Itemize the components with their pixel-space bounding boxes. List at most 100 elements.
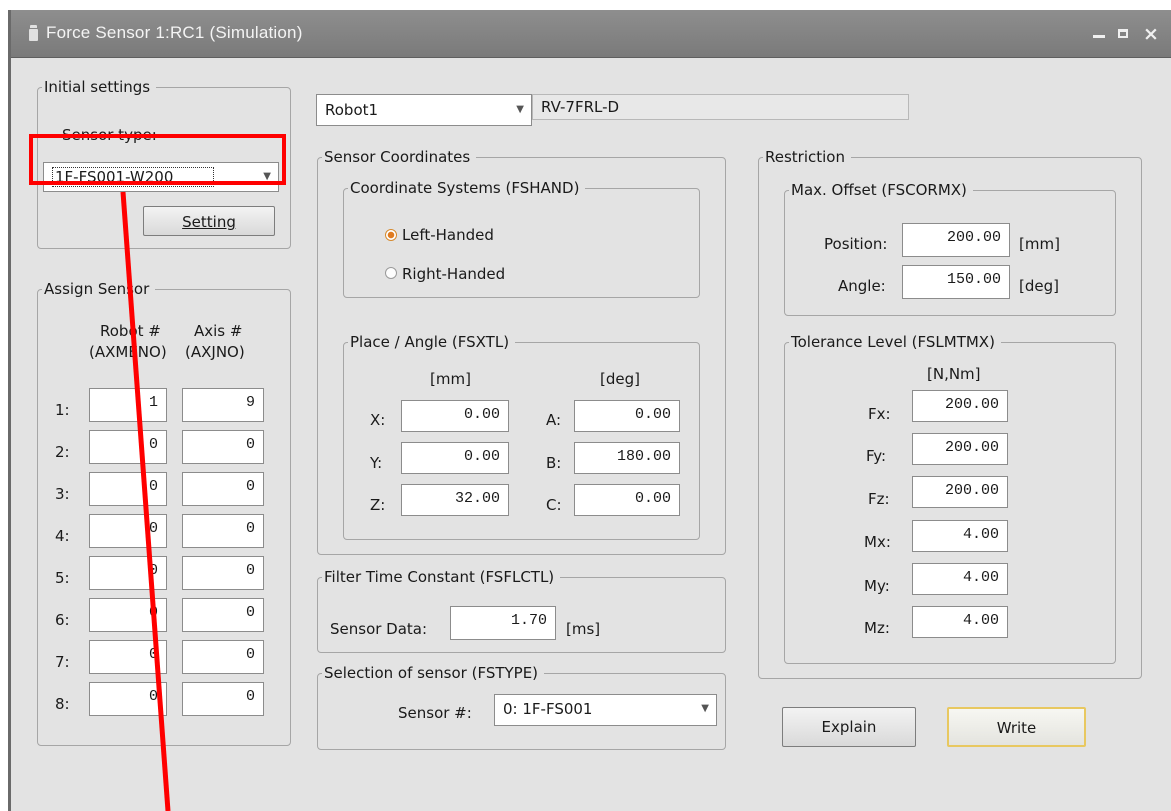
right-handed-label: Right-Handed [402,265,506,283]
x-label: X: [370,411,386,429]
mx-label: Mx: [864,533,891,551]
robot-select-value: Robot1 [325,101,379,119]
window-title: Force Sensor 1:RC1 (Simulation) [46,23,303,42]
explain-button-label: Explain [821,718,877,736]
fx-field[interactable]: 200.00 [912,390,1008,422]
robot-number-field[interactable]: 0 [89,640,167,674]
coordinate-systems-label: Coordinate Systems (FSHAND) [348,178,586,198]
robot-col-header: Robot # [100,322,161,340]
robot-select[interactable]: Robot1 ▼ [316,94,532,126]
y-field[interactable]: 0.00 [401,442,509,474]
mz-field[interactable]: 4.00 [912,606,1008,638]
fx-label: Fx: [868,405,891,423]
fz-label: Fz: [868,490,890,508]
x-field[interactable]: 0.00 [401,400,509,432]
b-label: B: [546,454,562,472]
my-label: My: [864,577,890,595]
robot-number-field[interactable]: 0 [89,472,167,506]
angle-label: Angle: [838,277,886,295]
chevron-down-icon: ▼ [516,104,524,115]
angle-unit-label: [deg] [1019,277,1059,295]
angle-field[interactable]: 150.00 [902,265,1010,299]
left-handed-radio[interactable] [385,229,397,241]
position-unit-label: [mm] [1019,235,1060,253]
sensor-data-field[interactable]: 1.70 [450,606,556,640]
explain-button[interactable]: Explain [782,707,916,747]
robot-number-field[interactable]: 0 [89,598,167,632]
sensor-coordinates-label: Sensor Coordinates [322,147,477,167]
axis-number-field[interactable]: 0 [182,598,264,632]
tolerance-label: Tolerance Level (FSLMTMX) [789,332,1001,352]
max-offset-label: Max. Offset (FSCORMX) [789,180,973,200]
write-button-label: Write [996,719,1037,737]
y-label: Y: [370,454,383,472]
axis-number-field[interactable]: 0 [182,514,264,548]
a-field[interactable]: 0.00 [574,400,680,432]
assign-row-label: 6: [55,611,70,629]
fy-field[interactable]: 200.00 [912,433,1008,465]
sensor-data-label: Sensor Data: [330,620,428,638]
assign-row-label: 4: [55,527,70,545]
c-label: C: [546,496,562,514]
axis-number-field[interactable]: 0 [182,556,264,590]
deg-unit-label: [deg] [600,370,640,388]
close-icon[interactable]: × [1143,23,1159,45]
axis-col-subheader: (AXJNO) [185,343,245,361]
mm-unit-label: [mm] [430,370,471,388]
c-field[interactable]: 0.00 [574,484,680,516]
axis-number-field[interactable]: 0 [182,682,264,716]
a-label: A: [546,411,562,429]
assign-row-label: 1: [55,401,70,419]
write-button[interactable]: Write [947,707,1086,747]
assign-row-label: 5: [55,569,70,587]
axis-number-field[interactable]: 0 [182,640,264,674]
robot-model-field: RV-7FRL-D [532,94,909,120]
z-field[interactable]: 32.00 [401,484,509,516]
z-label: Z: [370,496,386,514]
minimize-icon[interactable] [1093,35,1105,38]
position-field[interactable]: 200.00 [902,223,1010,257]
robot-number-field[interactable]: 0 [89,514,167,548]
robot-number-field[interactable]: 1 [89,388,167,422]
setting-button-label: Setting [182,213,236,231]
filter-label: Filter Time Constant (FSFLCTL) [322,567,561,587]
mz-label: Mz: [864,619,890,637]
axis-col-header: Axis # [194,322,243,340]
robot-number-field[interactable]: 0 [89,556,167,590]
maximize-icon[interactable] [1118,29,1128,38]
robot-number-field[interactable]: 0 [89,682,167,716]
assign-row-label: 2: [55,443,70,461]
sensor-number-select[interactable]: 0: 1F-FS001 ▼ [494,694,717,726]
highlight-box [29,134,286,185]
sensor-number-value: 0: 1F-FS001 [503,700,593,718]
tolerance-unit-label: [N,Nm] [927,365,981,383]
assign-row-label: 8: [55,695,70,713]
axis-number-field[interactable]: 9 [182,388,264,422]
assign-row-label: 3: [55,485,70,503]
app-icon [29,25,38,41]
right-handed-radio[interactable] [385,267,397,279]
assign-sensor-label: Assign Sensor [42,279,156,299]
coordinate-systems-group: Coordinate Systems (FSHAND) [343,178,700,298]
selection-label: Selection of sensor (FSTYPE) [322,663,545,683]
robot-col-subheader: (AXMENO) [89,343,167,361]
mx-field[interactable]: 4.00 [912,520,1008,552]
axis-number-field[interactable]: 0 [182,430,264,464]
axis-number-field[interactable]: 0 [182,472,264,506]
fy-label: Fy: [866,447,887,465]
my-field[interactable]: 4.00 [912,563,1008,595]
place-angle-label: Place / Angle (FSXTL) [348,332,516,352]
position-label: Position: [824,235,888,253]
robot-number-field[interactable]: 0 [89,430,167,464]
title-bar: Force Sensor 1:RC1 (Simulation) × [11,10,1171,58]
sensor-number-label: Sensor #: [398,704,472,722]
restriction-label: Restriction [763,147,851,167]
assign-row-label: 7: [55,653,70,671]
b-field[interactable]: 180.00 [574,442,680,474]
left-handed-label: Left-Handed [402,226,494,244]
initial-settings-label: Initial settings [42,77,157,97]
fz-field[interactable]: 200.00 [912,476,1008,508]
setting-button[interactable]: Setting [143,206,275,236]
chevron-down-icon: ▼ [701,703,709,714]
ms-unit-label: [ms] [566,620,601,638]
